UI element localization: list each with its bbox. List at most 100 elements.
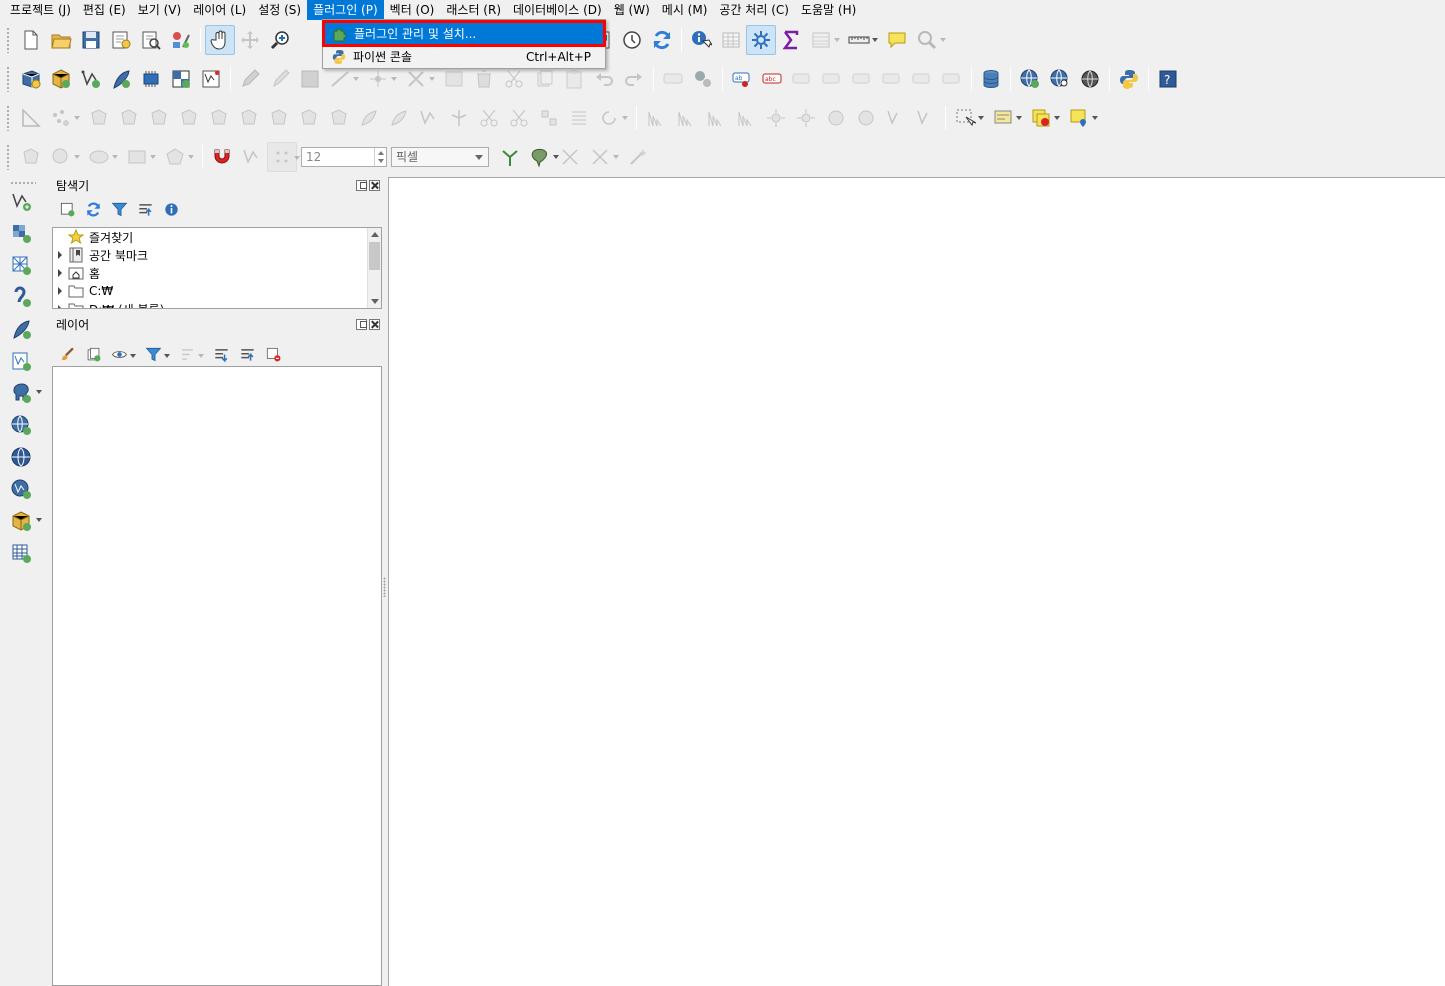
remove-layer-button[interactable] <box>260 341 286 367</box>
shape-tool-2[interactable] <box>46 142 80 172</box>
new-virtual-layer-button[interactable] <box>136 64 166 94</box>
snapping-mode-button[interactable] <box>267 142 300 172</box>
tree-expander[interactable] <box>53 287 67 295</box>
shape-digitize-9[interactable] <box>881 103 911 133</box>
digitizing-tool-17[interactable] <box>504 103 534 133</box>
close-panel-icon[interactable] <box>369 180 380 191</box>
label-toolbar-button-1[interactable]: ab <box>727 64 757 94</box>
pan-map-button[interactable] <box>205 25 235 55</box>
snap-settings-button[interactable] <box>623 142 653 172</box>
statistics-summary-button[interactable] <box>776 25 806 55</box>
expand-all-button[interactable] <box>208 341 234 367</box>
save-project-button[interactable] <box>76 25 106 55</box>
add-wfs-side-button[interactable] <box>4 473 38 505</box>
new-attribute-table-side-button[interactable] <box>4 537 38 569</box>
filter-by-expression-button[interactable] <box>174 341 204 367</box>
manage-map-themes-button[interactable] <box>106 341 136 367</box>
toolbox-button[interactable] <box>746 25 776 55</box>
digitizing-tool-3[interactable] <box>84 103 114 133</box>
close-panel-icon[interactable] <box>369 319 380 330</box>
refresh-browser-button[interactable] <box>80 196 106 222</box>
tree-item-favorites[interactable]: 즐겨찾기 <box>53 228 381 246</box>
digitizing-tool-2[interactable] <box>46 103 80 133</box>
open-attribute-table-button[interactable] <box>716 25 746 55</box>
highlight-label-button[interactable] <box>688 64 718 94</box>
add-xyz-side-button[interactable] <box>4 441 38 473</box>
float-panel-icon[interactable] <box>356 319 367 330</box>
label-toolbar-button-3[interactable] <box>787 64 817 94</box>
float-panel-icon[interactable] <box>356 180 367 191</box>
menu-vector[interactable]: 벡터 (O) <box>384 0 441 20</box>
digitizing-tool-15[interactable] <box>444 103 474 133</box>
map-canvas[interactable] <box>388 177 1445 986</box>
shape-digitize-1[interactable] <box>641 103 671 133</box>
digitizing-tool-7[interactable] <box>204 103 234 133</box>
add-arcgis-layer-button[interactable] <box>1075 64 1105 94</box>
snapping-type-button[interactable] <box>237 142 267 172</box>
menu-database[interactable]: 데이터베이스 (D) <box>507 0 608 20</box>
zoom-in-button[interactable] <box>265 25 295 55</box>
layer-styling-button[interactable] <box>54 341 80 367</box>
redo-button[interactable] <box>619 64 649 94</box>
shape-digitize-8[interactable] <box>851 103 881 133</box>
menu-project[interactable]: 프로젝트 (J) <box>4 0 77 20</box>
select-by-value-button[interactable] <box>988 103 1022 133</box>
deselect-button[interactable] <box>1026 103 1060 133</box>
digitizing-tool-18[interactable] <box>534 103 564 133</box>
menu-settings[interactable]: 설정 (S) <box>252 0 307 20</box>
python-console-item[interactable]: 파이썬 콘솔 Ctrl+Alt+P <box>323 45 605 68</box>
shape-tool-5[interactable] <box>160 142 194 172</box>
menu-help[interactable]: 도움말 (H) <box>795 0 862 20</box>
new-print-layout-button[interactable] <box>106 25 136 55</box>
add-wms-layer-button[interactable] <box>1015 64 1045 94</box>
label-toolbar-button-7[interactable] <box>907 64 937 94</box>
menu-plugins[interactable]: 플러그인 (P) <box>307 0 384 20</box>
snap-intersection-button[interactable] <box>525 142 559 172</box>
shape-tool-1[interactable] <box>16 142 46 172</box>
locator-button[interactable] <box>912 25 946 55</box>
digitizing-tool-8[interactable] <box>234 103 264 133</box>
menu-view[interactable]: 보기 (V) <box>132 0 187 20</box>
filter-browser-button[interactable] <box>106 196 132 222</box>
label-toolbar-button-2[interactable]: abc <box>757 64 787 94</box>
shape-tool-4[interactable] <box>122 142 156 172</box>
new-temporary-layer-button[interactable] <box>106 64 136 94</box>
shape-digitize-7[interactable] <box>821 103 851 133</box>
layer-tree[interactable] <box>52 366 382 986</box>
digitizing-tool-6[interactable] <box>174 103 204 133</box>
add-wms-side-button[interactable] <box>4 409 38 441</box>
digitizing-tool-20[interactable] <box>594 103 628 133</box>
menu-mesh[interactable]: 메시 (M) <box>656 0 714 20</box>
shape-digitize-6[interactable] <box>791 103 821 133</box>
digitizing-tool-5[interactable] <box>144 103 174 133</box>
add-mesh-layer-side-button[interactable] <box>4 249 38 281</box>
add-selected-layers-button[interactable] <box>54 196 80 222</box>
enable-snapping-button[interactable] <box>207 142 237 172</box>
save-edits-button[interactable] <box>295 64 325 94</box>
new-project-button[interactable] <box>16 25 46 55</box>
show-map-tips-button[interactable] <box>806 25 840 55</box>
shape-tool-3[interactable] <box>84 142 118 172</box>
snapping-tolerance-input[interactable]: 12 <box>301 147 387 167</box>
add-postgis-side-button[interactable] <box>4 377 42 409</box>
digitizing-tool-9[interactable] <box>264 103 294 133</box>
digitizing-tool-1[interactable] <box>16 103 46 133</box>
add-delimited-text-side-button[interactable] <box>4 281 38 313</box>
select-location-button[interactable] <box>1064 103 1098 133</box>
temporal-controller-button[interactable] <box>617 25 647 55</box>
tree-item-c-drive[interactable]: C:₩ <box>53 282 381 300</box>
select-features-button[interactable] <box>950 103 984 133</box>
digitizing-tool-10[interactable] <box>294 103 324 133</box>
python-console-button[interactable] <box>1114 64 1144 94</box>
digitizing-tool-13[interactable] <box>384 103 414 133</box>
refresh-button[interactable] <box>647 25 677 55</box>
label-toolbar-button-6[interactable] <box>877 64 907 94</box>
add-spatialite-side-button[interactable] <box>4 313 38 345</box>
new-geopackage-layer-button[interactable] <box>46 64 76 94</box>
add-vector-layer-side-button[interactable] <box>4 185 38 217</box>
properties-widget-button[interactable] <box>158 196 184 222</box>
help-contents-button[interactable]: ? <box>1153 64 1183 94</box>
digitizing-tool-12[interactable] <box>354 103 384 133</box>
tree-expander[interactable] <box>53 251 67 259</box>
add-raster-layer-button[interactable] <box>166 64 196 94</box>
